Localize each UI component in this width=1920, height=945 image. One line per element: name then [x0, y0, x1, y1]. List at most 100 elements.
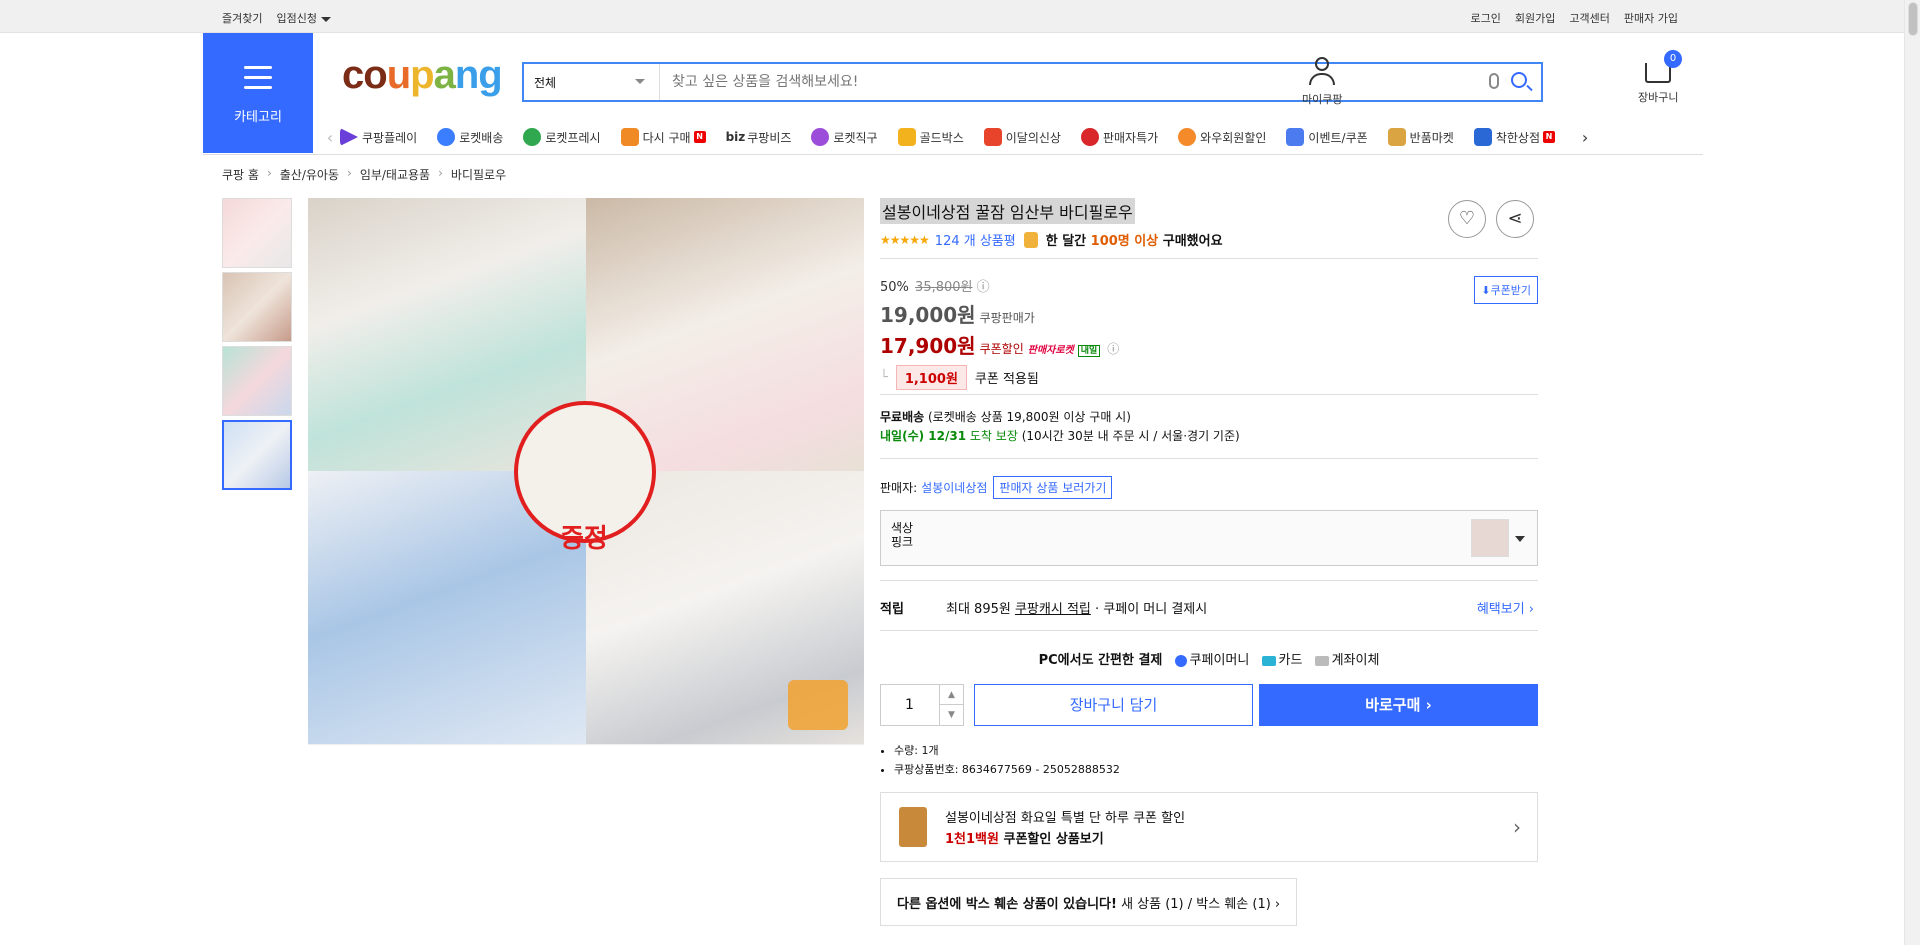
- add-to-cart-button[interactable]: 장바구니 담기: [974, 684, 1253, 726]
- box-damaged-notice[interactable]: 다른 옵션에 박스 훼손 상품이 있습니다! 새 상품 (1) / 박스 훼손 …: [880, 878, 1298, 926]
- goldbox-icon: [897, 128, 916, 146]
- globe-rocket-icon: [811, 128, 830, 146]
- review-count-link[interactable]: 124 개 상품평: [935, 230, 1016, 249]
- nav-item-rocketfresh[interactable]: 로켓프레시: [523, 128, 601, 146]
- pc-pay-label: PC에서도 간편한 결제: [1038, 653, 1163, 668]
- nav-item-rebuy[interactable]: 다시 구매 N: [620, 128, 706, 146]
- nav-item-event[interactable]: 이벤트/쿠폰: [1286, 128, 1368, 146]
- seller-apply-label: 입점신청: [276, 12, 317, 25]
- bag-icon: [620, 128, 639, 146]
- nav-item-biz[interactable]: biz 쿠팡비즈: [726, 129, 792, 146]
- buy-now-button[interactable]: 바로구매 ›: [1259, 684, 1538, 726]
- search-scope-select[interactable]: 전체: [524, 64, 660, 100]
- coupang-cash-link[interactable]: 쿠팡캐시 적립: [1015, 598, 1091, 617]
- list-item: 쿠팡상품번호: 8634677569 - 25052888532: [894, 760, 1120, 779]
- decrease-icon[interactable]: ▼: [939, 705, 963, 725]
- topbar-left: 즐겨찾기 입점신청: [222, 10, 331, 26]
- category-label: 카테고리: [234, 110, 282, 125]
- category-button[interactable]: 카테고리: [203, 33, 313, 153]
- thumbnail-image[interactable]: [222, 198, 292, 268]
- product-main-image[interactable]: 증정: [308, 198, 864, 745]
- cart-label: 장바구니: [1638, 91, 1679, 104]
- nav-prev-arrow-icon[interactable]: ‹: [320, 128, 340, 147]
- free-shipping-label: 무료배송: [880, 410, 925, 424]
- seller-products-button[interactable]: 판매자 상품 보러가기: [993, 476, 1113, 499]
- person-icon: [1315, 57, 1330, 71]
- original-price: 35,800원: [915, 280, 973, 295]
- quantity-stepper[interactable]: 1 ▲ ▼: [880, 684, 964, 726]
- points-condition: · 쿠페이 머니 결제시: [1095, 602, 1208, 617]
- microphone-icon[interactable]: [1489, 73, 1499, 89]
- arrival-date: 내일(수) 12/31: [880, 429, 967, 443]
- divider: [880, 258, 1538, 259]
- thumbnail-image[interactable]: [222, 272, 292, 342]
- share-icon[interactable]: ⋖: [1496, 200, 1534, 238]
- mycoupang-button[interactable]: 마이쿠팡: [1302, 57, 1342, 107]
- breadcrumb: 쿠팡 홈 › 출산/유아동 › 임부/태교용품 › 바디필로우: [222, 166, 506, 183]
- nav-item-new[interactable]: 이달의신상: [983, 128, 1061, 146]
- box-notice-bold: 다른 옵션에 박스 훼손 상품이 있습니다!: [897, 897, 1117, 912]
- nav-item-return-market[interactable]: 반품마켓: [1387, 128, 1454, 146]
- seller-signup-link[interactable]: 판매자 가입: [1624, 10, 1678, 26]
- return-market-icon: [1387, 128, 1406, 146]
- seller-promo-banner[interactable]: 설봉이네상점 화요일 특별 단 하루 쿠폰 할인 1천1백원 쿠폰할인 상품보기…: [880, 792, 1538, 862]
- rocket-icon: [437, 128, 456, 146]
- search-bar: 전체: [522, 62, 1543, 102]
- arrival-note: 도착 보장: [969, 429, 1018, 443]
- coupang-logo[interactable]: coupang: [342, 53, 503, 98]
- product-details-list: 수량: 1개 쿠팡상품번호: 8634677569 - 25052888532: [894, 741, 1120, 779]
- benefits-link[interactable]: 혜택보기 ›: [1477, 598, 1534, 617]
- nav-item-seller-deal[interactable]: 판매자특가: [1080, 128, 1158, 146]
- new-badge: N: [693, 131, 706, 143]
- seller-name-link[interactable]: 설봉이네상점: [921, 479, 987, 496]
- search-icon[interactable]: [1511, 72, 1527, 88]
- scrollbar-thumb[interactable]: [1908, 2, 1918, 36]
- breadcrumb-item[interactable]: 쿠팡 홈: [222, 166, 259, 183]
- increase-icon[interactable]: ▲: [939, 685, 963, 705]
- search-scope-value: 전체: [534, 76, 557, 90]
- breadcrumb-item[interactable]: 바디필로우: [451, 166, 506, 183]
- breadcrumb-item[interactable]: 임부/태교용품: [360, 166, 430, 183]
- nav-item-wow[interactable]: 와우회원할인: [1178, 128, 1266, 146]
- color-option-select[interactable]: 색상 핑크: [880, 510, 1538, 566]
- info-icon: ⓘ: [1107, 342, 1120, 356]
- promo-subtitle: 1천1백원 쿠폰할인 상품보기: [945, 832, 1104, 847]
- chevron-right-icon: ›: [347, 166, 352, 180]
- top-utility-bar: 즐겨찾기 입점신청 로그인 회원가입 고객센터 판매자 가입: [0, 0, 1904, 33]
- product-title: 설봉이네상점 꿀잠 임산부 바디필로우: [880, 198, 1135, 224]
- thumbnail-image[interactable]: [222, 346, 292, 416]
- divider: [880, 394, 1538, 395]
- nav-item-rocket[interactable]: 로켓배송: [437, 128, 503, 146]
- nav-item-global[interactable]: 로켓직구: [811, 128, 878, 146]
- info-icon: ⓘ: [976, 280, 990, 295]
- breadcrumb-item[interactable]: 출산/유아동: [280, 166, 339, 183]
- nav-item-coupangplay[interactable]: 쿠팡플레이: [340, 128, 417, 146]
- page-scrollbar[interactable]: [1904, 0, 1920, 945]
- topbar-right: 로그인 회원가입 고객센터 판매자 가입: [1471, 10, 1678, 26]
- shipping-info: 무료배송 (로켓배송 상품 19,800원 이상 구매 시) 내일(수) 12/…: [880, 408, 1240, 446]
- thumbnail-image[interactable]: [222, 420, 292, 490]
- percent-icon: [1080, 128, 1099, 146]
- login-link[interactable]: 로그인: [1471, 10, 1501, 26]
- seller-apply-link[interactable]: 입점신청: [276, 10, 331, 26]
- coupon-price: 17,900원 쿠폰할인 판매자로켓 내일 ⓘ: [880, 334, 1120, 358]
- heart-icon[interactable]: ♡: [1448, 200, 1486, 238]
- customer-center-link[interactable]: 고객센터: [1569, 10, 1609, 26]
- bag-check-icon: [1023, 231, 1038, 248]
- shopping-bag-icon: [899, 807, 927, 847]
- rocket-fresh-icon: [523, 128, 542, 146]
- nav-next-arrow-icon[interactable]: ›: [1575, 128, 1595, 147]
- hamburger-icon: [244, 66, 272, 96]
- quantity-value: 1: [905, 697, 914, 713]
- coupon-download-button[interactable]: ⬇쿠폰받기: [1474, 276, 1538, 304]
- signup-link[interactable]: 회원가입: [1515, 10, 1555, 26]
- bought-count: 한 달간 100명 이상 구매했어요: [1045, 234, 1223, 249]
- category-nav: ‹ 쿠팡플레이 로켓배송 로켓프레시 다시 구매 N biz 쿠팡비즈 로켓직구 골…: [320, 122, 1695, 152]
- nav-item-good-store[interactable]: 착한상점 N: [1473, 128, 1556, 146]
- nav-item-goldbox[interactable]: 골드박스: [897, 128, 964, 146]
- purchase-row: 1 ▲ ▼ 장바구니 담기 바로구매 ›: [880, 684, 1538, 726]
- option-label: 색상: [891, 521, 914, 535]
- tomorrow-badge: 내일: [1077, 345, 1101, 357]
- seller-rocket-badge: 판매자로켓: [1027, 345, 1074, 356]
- bookmark-link[interactable]: 즐겨찾기: [222, 10, 262, 26]
